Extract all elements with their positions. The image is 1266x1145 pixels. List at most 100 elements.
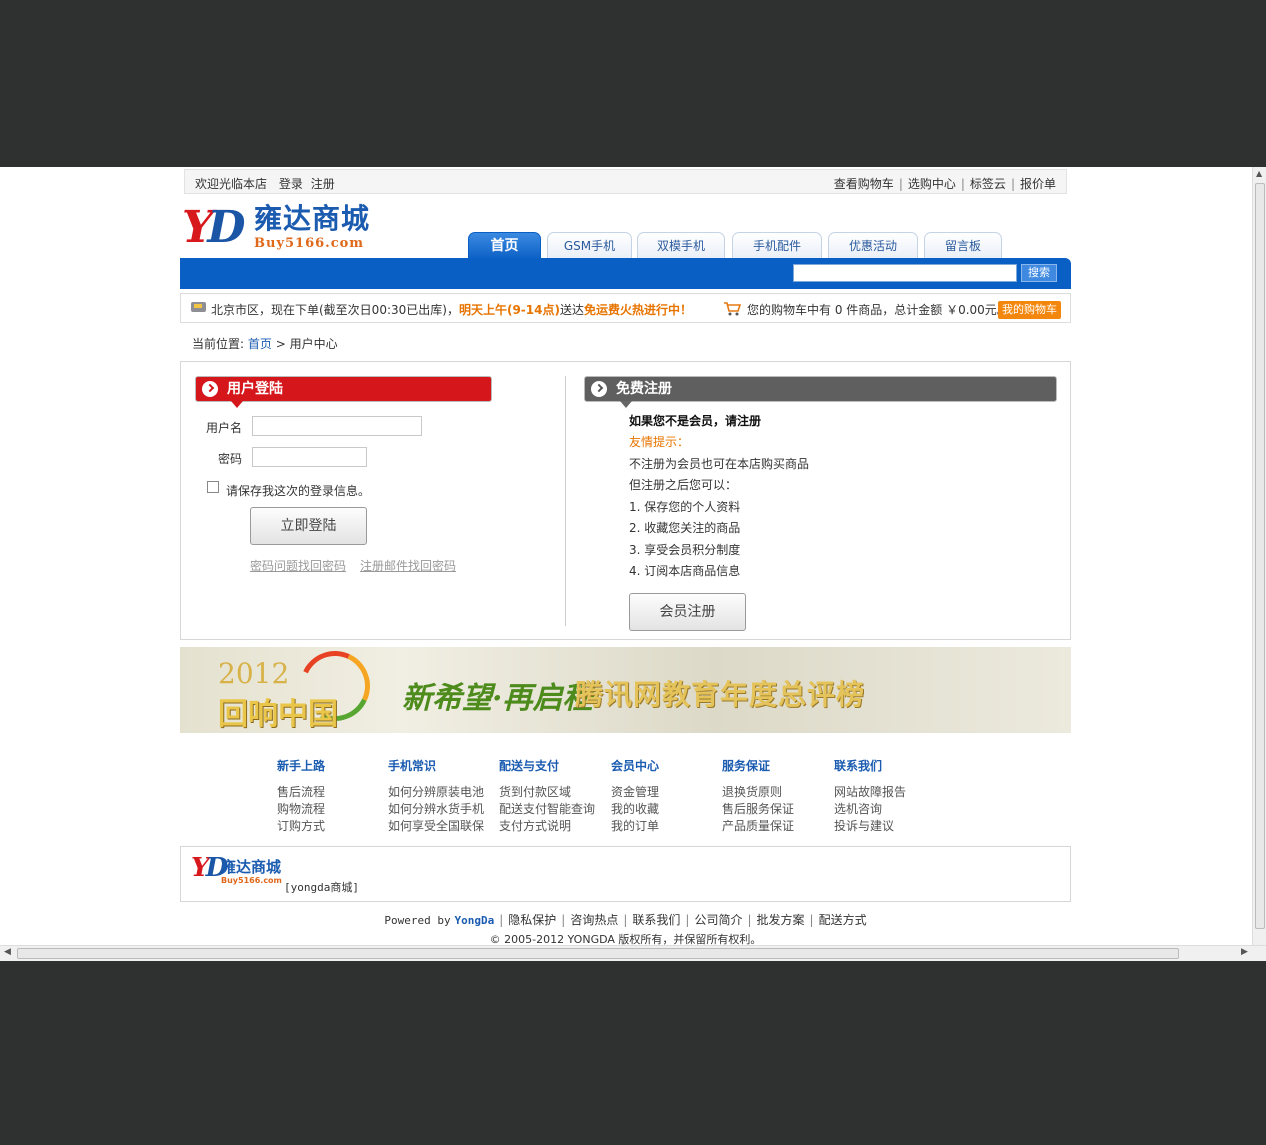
footer-column: 服务保证 退换货原则 售后服务保证 产品质量保证 — [722, 757, 832, 835]
scroll-left-icon[interactable]: ◀ — [4, 947, 11, 957]
username-label: 用户名 — [206, 421, 243, 435]
tab-gsm[interactable]: GSM手机 — [547, 232, 632, 260]
footer-link[interactable]: 售后流程 — [277, 784, 387, 801]
horizontal-scrollbar[interactable]: ◀ ▶ — [0, 945, 1266, 961]
panel-divider — [565, 376, 566, 626]
username-input[interactable] — [252, 416, 422, 436]
delivery-notice: 北京市区，现在下单(截至次日00:30已出库)，明天上午(9-14点)送达免运费… — [180, 293, 1071, 323]
footer-column: 手机常识 如何分辨原装电池 如何分辨水货手机 如何享受全国联保 — [388, 757, 498, 835]
footer-logo-mark: YD — [191, 853, 228, 883]
header-pointer — [620, 401, 632, 408]
benefit-item: 2. 收藏您关注的商品 — [629, 521, 741, 535]
register-link[interactable]: 注册 — [311, 177, 335, 191]
login-link[interactable]: 登录 — [279, 177, 303, 191]
register-line: 不注册为会员也可在本店购买商品 — [629, 457, 810, 471]
tab-dual-mode[interactable]: 双模手机 — [637, 232, 725, 260]
powered-brand-link[interactable]: YongDa — [454, 914, 494, 927]
register-header: 免费注册 — [584, 376, 1057, 408]
breadcrumb-home[interactable]: 首页 — [248, 337, 272, 351]
footer-logo-en: Buy5166.com — [221, 876, 282, 885]
login-button[interactable]: 立即登陆 — [250, 507, 367, 545]
footer-link[interactable]: 我的订单 — [611, 818, 721, 835]
benefit-item: 4. 订阅本店商品信息 — [629, 564, 741, 578]
password-input[interactable] — [252, 447, 367, 467]
separator: | — [898, 177, 903, 191]
register-lead: 如果您不是会员，请注册 — [629, 414, 762, 428]
footer-column-title: 手机常识 — [388, 759, 437, 773]
promo-banner[interactable]: 2012 回响中国 新希望·再启程 腾讯网教育年度总评榜 — [180, 647, 1071, 733]
scroll-right-icon[interactable]: ▶ — [1241, 947, 1248, 957]
footer-link[interactable]: 支付方式说明 — [499, 818, 609, 835]
footer-link[interactable]: 选机咨询 — [834, 801, 944, 818]
benefit-item: 1. 保存您的个人资料 — [629, 500, 741, 514]
register-line: 但注册之后您可以： — [629, 478, 738, 492]
shipping-link[interactable]: 配送方式 — [819, 913, 867, 927]
footer-link[interactable]: 订购方式 — [277, 818, 387, 835]
privacy-link[interactable]: 隐私保护 — [508, 913, 556, 927]
footer-column: 新手上路 售后流程 购物流程 订购方式 — [277, 757, 387, 835]
scroll-thumb[interactable] — [1255, 183, 1265, 929]
footer-link[interactable]: 如何分辨水货手机 — [388, 801, 498, 818]
shopping-center-link[interactable]: 选购中心 — [908, 177, 956, 191]
remember-checkbox[interactable] — [207, 481, 219, 493]
cart-summary: 您的购物车中有 0 件商品，总计金额 ￥0.00元。 — [747, 303, 1009, 317]
tab-accessories[interactable]: 手机配件 — [732, 232, 822, 260]
arrow-right-icon — [202, 381, 218, 397]
tab-promotions[interactable]: 优惠活动 — [828, 232, 918, 260]
search-input[interactable] — [793, 264, 1017, 282]
footer-column-title: 会员中心 — [611, 759, 660, 773]
breadcrumb-current: 用户中心 — [289, 337, 338, 351]
recovery-links: 密码问题找回密码 注册邮件找回密码 — [250, 557, 470, 574]
breadcrumb: 当前位置: 首页 > 用户中心 — [192, 335, 338, 352]
banner-title: 腾讯网教育年度总评榜 — [575, 678, 866, 711]
quote-link[interactable]: 报价单 — [1020, 177, 1056, 191]
footer-link[interactable]: 货到付款区域 — [499, 784, 609, 801]
separator: | — [1010, 177, 1015, 191]
footer-link[interactable]: 售后服务保证 — [722, 801, 832, 818]
scroll-thumb[interactable] — [17, 948, 1179, 959]
faq-link[interactable]: 咨询热点 — [570, 913, 618, 927]
member-register-button[interactable]: 会员注册 — [629, 593, 746, 631]
site-logo[interactable]: YD 雍达商城 Buy5166.com — [182, 203, 387, 253]
footer-column-title: 新手上路 — [277, 759, 326, 773]
remember-label: 请保存我这次的登录信息。 — [226, 484, 371, 498]
recover-by-email-link[interactable]: 注册邮件找回密码 — [360, 559, 456, 573]
nav-bar: 搜索 — [180, 258, 1071, 289]
footer-column: 联系我们 网站故障报告 选机咨询 投诉与建议 — [834, 757, 944, 835]
footer-column-title: 配送与支付 — [499, 759, 560, 773]
my-cart-button[interactable]: 我的购物车 — [998, 301, 1061, 319]
breadcrumb-sep: > — [275, 337, 286, 351]
footer-link[interactable]: 网站故障报告 — [834, 784, 944, 801]
tab-home[interactable]: 首页 — [468, 232, 541, 260]
powered-by-line: Powered by YongDa | 隐私保护 | 咨询热点 | 联系我们 | 公司简介 | 批发… — [384, 913, 867, 927]
footer-link[interactable]: 购物流程 — [277, 801, 387, 818]
tab-guestbook[interactable]: 留言板 — [924, 232, 1002, 260]
contact-link[interactable]: 联系我们 — [632, 913, 680, 927]
register-title: 免费注册 — [616, 381, 672, 397]
footer-link[interactable]: 产品质量保证 — [722, 818, 832, 835]
wholesale-link[interactable]: 批发方案 — [757, 913, 805, 927]
separator: | — [960, 177, 965, 191]
logo-cn: 雍达商城 — [254, 202, 371, 235]
about-link[interactable]: 公司简介 — [694, 913, 742, 927]
footer-link[interactable]: 配送支付智能查询 — [499, 801, 609, 818]
search-button[interactable]: 搜索 — [1021, 264, 1057, 282]
footer-link[interactable]: 资金管理 — [611, 784, 721, 801]
scroll-up-icon[interactable]: ▲ — [1256, 169, 1262, 178]
truck-icon — [191, 302, 206, 312]
footer-link[interactable]: 退换货原则 — [722, 784, 832, 801]
footer-link[interactable]: 我的收藏 — [611, 801, 721, 818]
user-center-box: 用户登陆 用户名 密码 请保存我这次的登录信息。 立即登陆 密码问题找回密码 注册… — [180, 361, 1071, 640]
footer-column-title: 联系我们 — [834, 759, 883, 773]
vertical-scrollbar[interactable]: ▲ — [1252, 167, 1266, 945]
arrow-right-icon — [591, 381, 607, 397]
footer-link[interactable]: 如何享受全国联保 — [388, 818, 498, 835]
logo-mark: YD — [182, 202, 246, 253]
view-cart-link[interactable]: 查看购物车 — [834, 177, 894, 191]
footer-link[interactable]: 投诉与建议 — [834, 818, 944, 835]
recover-by-question-link[interactable]: 密码问题找回密码 — [250, 559, 346, 573]
benefit-item: 3. 享受会员积分制度 — [629, 543, 741, 557]
tag-cloud-link[interactable]: 标签云 — [970, 177, 1006, 191]
footer-link[interactable]: 如何分辨原装电池 — [388, 784, 498, 801]
login-title: 用户登陆 — [227, 381, 283, 397]
